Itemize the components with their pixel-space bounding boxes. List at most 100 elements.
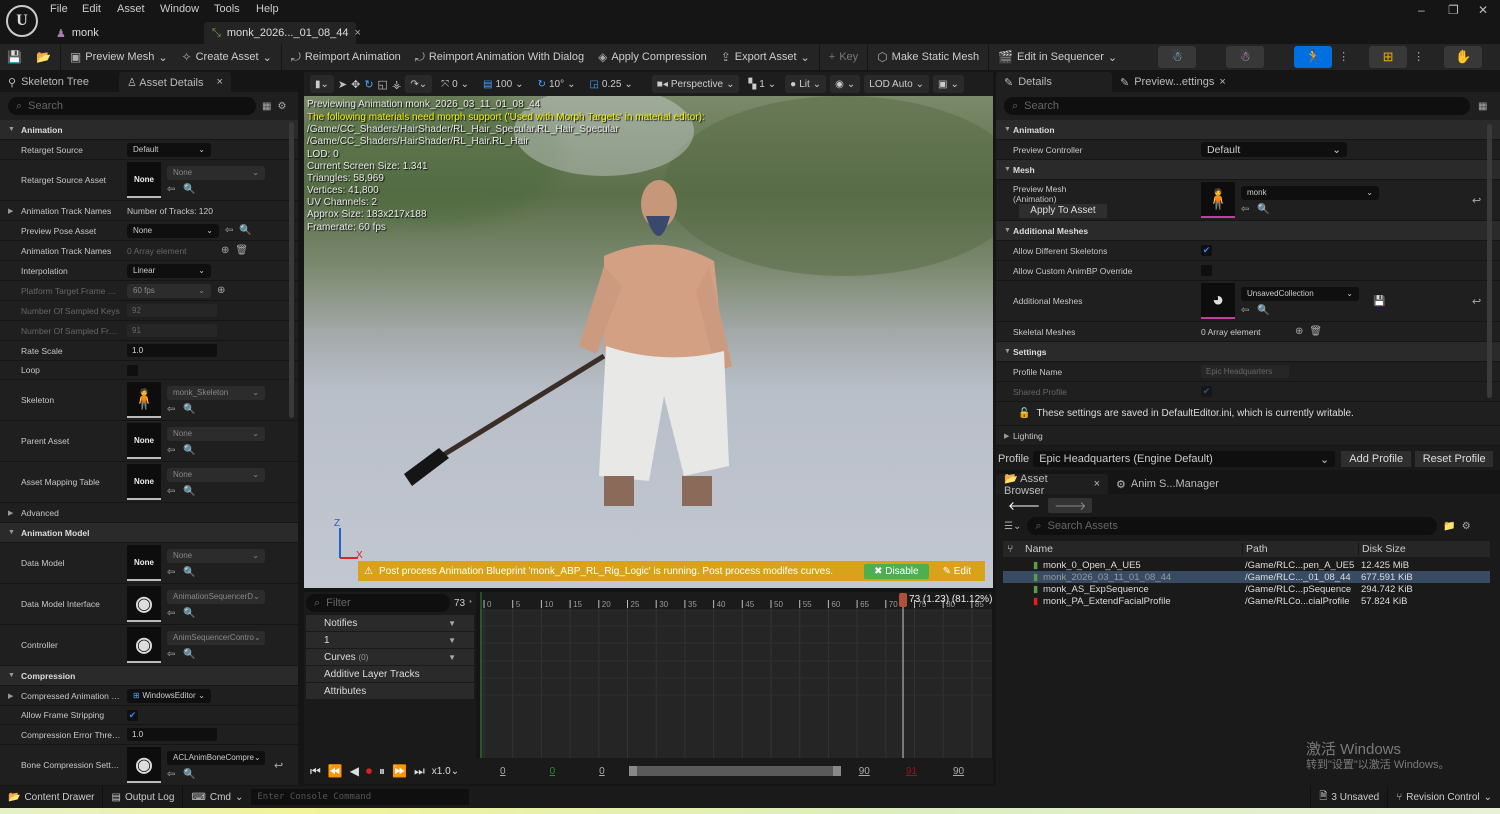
- asset-details-search[interactable]: ⌕ Search: [8, 97, 256, 115]
- apply-to-asset-button[interactable]: Apply To Asset: [1019, 204, 1107, 218]
- edit-button[interactable]: ✎ Edit: [935, 564, 979, 579]
- camera-speed-dropdown[interactable]: ▚ 1 ⌄: [743, 75, 781, 93]
- dropdown-arrow-icon[interactable]: ▼: [448, 653, 456, 662]
- skip-to-start-icon[interactable]: ⏮: [310, 764, 321, 779]
- show-dropdown[interactable]: ◉ ⌄: [830, 75, 861, 93]
- browse-asset-icon[interactable]: 🔍: [1257, 305, 1269, 316]
- expand-arrow-icon[interactable]: ▶: [8, 509, 13, 517]
- tab-asset-browser[interactable]: 📂 Asset Browser ×: [996, 473, 1108, 497]
- tab-preview-settings[interactable]: ✎ Preview...ettings ×: [1112, 72, 1234, 92]
- close-icon[interactable]: ×: [217, 76, 223, 88]
- timeline-track[interactable]: Attributes: [306, 683, 474, 699]
- use-selected-icon[interactable]: ⇦: [167, 404, 175, 415]
- track-filter-input[interactable]: ⌕ Filter: [306, 594, 450, 612]
- timeline-track[interactable]: Additive Layer Tracks: [306, 666, 474, 682]
- asset-dropdown[interactable]: None ⌄: [167, 426, 265, 441]
- use-selected-icon[interactable]: ⇦: [1241, 305, 1249, 316]
- output-log-button[interactable]: ▤ Output Log: [103, 786, 184, 808]
- menu-asset[interactable]: Asset: [117, 3, 145, 15]
- column-disk-size[interactable]: Disk Size: [1359, 543, 1406, 555]
- revision-control-button[interactable]: ⑂ Revision Control ⌄: [1388, 786, 1500, 808]
- doc-tab-animation[interactable]: ⤡ monk_2026..._01_08_44 ×: [204, 22, 361, 44]
- delete-icon[interactable]: 🗑: [235, 245, 248, 256]
- timeline-track[interactable]: Curves (0) ▼: [306, 649, 474, 665]
- skeleton-mode-button[interactable]: ☃: [1158, 46, 1197, 68]
- asset-thumbnail[interactable]: None: [127, 464, 161, 500]
- cmd-dropdown[interactable]: ⌨ Cmd ⌄: [183, 786, 251, 808]
- property-dropdown[interactable]: Default ⌄: [1201, 142, 1347, 157]
- property-dropdown[interactable]: Default ⌄: [127, 142, 211, 157]
- collapse-arrow-icon[interactable]: ▼: [8, 672, 15, 679]
- property-checkbox[interactable]: ✔: [127, 709, 138, 721]
- viewport-scene[interactable]: Z X Previewing Animation monk_2026_03_11…: [304, 96, 993, 588]
- grid-size[interactable]: ▤ 100 ⌄: [478, 75, 529, 93]
- tab-anim-slot-manager[interactable]: ⚙ Anim S...Manager: [1108, 474, 1227, 494]
- asset-dropdown[interactable]: AnimationSequencerD ⌄: [167, 589, 265, 604]
- unsaved-button[interactable]: 🗎 3 Unsaved: [1310, 786, 1389, 808]
- working-start-frame[interactable]: 0: [550, 766, 556, 777]
- property-dropdown[interactable]: 60 fps ⌄: [127, 283, 211, 298]
- reimport-with-dialog-button[interactable]: ⤾ Reimport Animation With Dialog: [408, 46, 591, 68]
- asset-dropdown[interactable]: monk ⌄: [1241, 185, 1379, 200]
- browse-asset-icon[interactable]: 🔍: [183, 567, 195, 578]
- property-checkbox[interactable]: [127, 364, 138, 376]
- maximize-button[interactable]: ❐: [1448, 3, 1459, 17]
- back-arrow-icon[interactable]: 🡐: [1008, 498, 1040, 513]
- expand-arrow-icon[interactable]: ▶: [8, 207, 13, 215]
- physics-mode-button[interactable]: ✋: [1444, 46, 1483, 68]
- step-forward-icon[interactable]: ⏩: [392, 764, 407, 778]
- property-input[interactable]: Epic Headquarters: [1201, 365, 1289, 378]
- animation-mode-button[interactable]: 🏃: [1294, 46, 1333, 68]
- doc-tab-monk[interactable]: ♟ monk: [48, 22, 107, 44]
- table-view-icon[interactable]: ▦: [262, 101, 271, 112]
- grid-snap[interactable]: ⤧ 0 ⌄: [436, 75, 474, 93]
- expand-arrow-icon[interactable]: ▶: [1004, 432, 1009, 440]
- collapse-arrow-icon[interactable]: ▼: [1004, 126, 1011, 133]
- tab-asset-details[interactable]: ♙ Asset Details ×: [118, 72, 231, 92]
- asset-thumbnail[interactable]: None: [127, 423, 161, 459]
- search-assets-input[interactable]: ⌕ Search Assets: [1027, 517, 1438, 535]
- translate-icon[interactable]: ✥: [351, 78, 360, 91]
- step-back-icon[interactable]: ⏪: [328, 764, 343, 778]
- asset-row[interactable]: ▮ monk_AS_ExpSequence/Game/RLC...pSequenc…: [1003, 583, 1490, 595]
- timeline-track[interactable]: Notifies ▼: [306, 615, 474, 631]
- asset-thumbnail[interactable]: ◉: [127, 627, 161, 663]
- add-element-icon[interactable]: ⊕: [1295, 326, 1303, 337]
- console-command-input[interactable]: Enter Console Command: [251, 789, 470, 805]
- lighting-mode-dropdown[interactable]: ● Lit ⌄: [785, 75, 827, 93]
- collapse-arrow-icon[interactable]: ▼: [1004, 348, 1011, 355]
- use-selected-icon[interactable]: ⇦: [167, 445, 175, 456]
- save-collection-icon[interactable]: 💾: [1373, 296, 1385, 307]
- minimize-button[interactable]: –: [1418, 3, 1425, 17]
- details-search[interactable]: ⌕ Search: [1004, 97, 1470, 115]
- add-icon[interactable]: ⊕: [217, 285, 225, 296]
- unreal-logo[interactable]: U: [6, 5, 38, 37]
- disable-button[interactable]: ✖ Disable: [864, 563, 929, 579]
- asset-thumbnail[interactable]: ◉: [127, 747, 161, 783]
- skip-to-end-icon[interactable]: ⏭: [414, 764, 425, 779]
- property-input[interactable]: 91: [127, 324, 217, 337]
- branch-icon[interactable]: ⑂: [1003, 543, 1025, 555]
- tab-details[interactable]: ✎ Details: [996, 72, 1112, 92]
- apply-compression-button[interactable]: ◈ Apply Compression: [591, 46, 714, 68]
- collapse-arrow-icon[interactable]: ▼: [8, 529, 15, 536]
- collapse-arrow-icon[interactable]: ▼: [1004, 227, 1011, 234]
- create-asset-button[interactable]: ✧ Create Asset ⌄: [175, 46, 279, 68]
- save-button[interactable]: 💾: [0, 46, 29, 68]
- play-reverse-icon[interactable]: ◀: [350, 764, 359, 778]
- browse-asset-icon[interactable]: 🔍: [183, 184, 195, 195]
- viewport[interactable]: ▮⌄ ➤ ✥ ↻ ◱ ⚶ ↷⌄ ⤧ 0 ⌄ ▤ 100 ⌄ ↻ 10° ⌄ ◲ 0.25 ⌄ ■…: [304, 72, 993, 588]
- dropdown-arrow-icon[interactable]: ▼: [448, 619, 456, 628]
- add-profile-button[interactable]: Add Profile: [1341, 451, 1412, 467]
- collapse-arrow-icon[interactable]: ▼: [1004, 166, 1011, 173]
- view-range-scrollbar[interactable]: [628, 766, 841, 776]
- start-frame[interactable]: 0: [500, 766, 506, 777]
- surface-snap-button[interactable]: ↷⌄: [405, 75, 433, 93]
- settings-gear-icon[interactable]: ⚙: [1462, 521, 1471, 532]
- view-start-frame[interactable]: 0: [599, 766, 605, 777]
- key-button[interactable]: + Key: [822, 46, 865, 68]
- asset-dropdown[interactable]: ACLAnimBoneCompre ⌄: [167, 750, 265, 765]
- lod-dropdown[interactable]: LOD Auto ⌄: [864, 75, 930, 93]
- browse-asset-icon[interactable]: 🔍: [239, 225, 251, 236]
- asset-thumbnail[interactable]: ◕: [1201, 283, 1235, 319]
